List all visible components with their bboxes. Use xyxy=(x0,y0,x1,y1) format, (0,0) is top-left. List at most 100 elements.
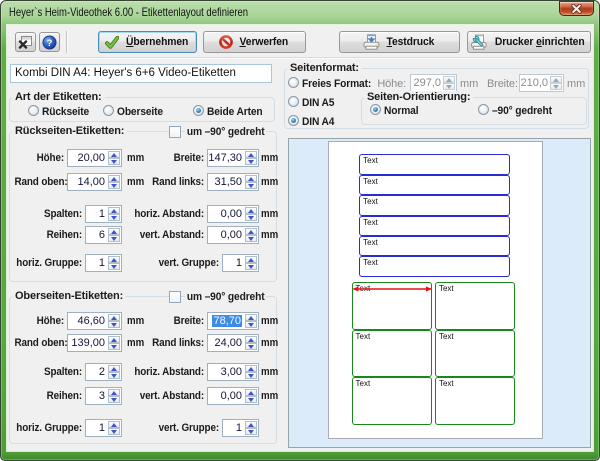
field-value: 0,00 xyxy=(220,390,242,402)
test-print-button[interactable]: Testdruck xyxy=(339,31,460,53)
spin-up-icon[interactable] xyxy=(245,314,257,321)
unit-label: mm xyxy=(261,390,279,402)
top-horiz-abstand-input[interactable]: 3,00 xyxy=(207,363,259,381)
back-horiz-abstand-input[interactable]: 0,00 xyxy=(207,205,259,223)
back-row-1: Höhe: 20,00 mm Breite: 147,30 mm xyxy=(9,149,289,167)
page-height-label: Höhe: xyxy=(377,78,406,90)
page-width-input[interactable]: 210,0 xyxy=(519,74,564,92)
preview-back-label: Text xyxy=(359,236,510,257)
page-height-spinner[interactable] xyxy=(443,76,455,90)
spin-up-icon[interactable] xyxy=(245,228,257,235)
page-height-input[interactable]: 297,0 xyxy=(410,74,457,92)
printer-setup-button[interactable]: Drucker einrichten xyxy=(467,31,591,53)
top-vert-gruppe-input[interactable]: 1 xyxy=(222,419,259,437)
spin-down-icon[interactable] xyxy=(245,235,257,242)
window-close-icon xyxy=(18,35,33,49)
radio-oberseite[interactable] xyxy=(103,105,114,116)
discard-button[interactable]: Verwerfen xyxy=(203,31,306,53)
spin-down-icon[interactable] xyxy=(245,263,257,270)
radio-rueckseite[interactable] xyxy=(28,105,39,116)
radio-rueckseite-label: Rückseite xyxy=(42,106,90,118)
field-value: 147,30 xyxy=(208,152,242,164)
preview-label-text: Text xyxy=(363,217,378,227)
titlebar[interactable]: Heyer`s Heim-Videothek 6.00 - Etikettenl… xyxy=(1,1,599,25)
back-vert-abstand-spinner[interactable] xyxy=(245,228,257,242)
spin-up-icon[interactable] xyxy=(443,76,455,83)
spin-up-icon[interactable] xyxy=(245,421,257,428)
page-format-legend: Seitenformat: xyxy=(287,62,362,74)
back-rand-links-input[interactable]: 31,50 xyxy=(207,173,259,191)
back-rotate-checkbox[interactable] xyxy=(169,126,181,138)
radio-beide-arten[interactable] xyxy=(193,105,204,116)
spin-up-icon[interactable] xyxy=(245,207,257,214)
preview-label-text: Text xyxy=(355,379,371,389)
radio-minus90-gedreht-label: –90° gedreht xyxy=(492,105,552,117)
back-rand-links-spinner[interactable] xyxy=(245,175,257,189)
back-row-5: horiz. Gruppe: 1 vert. Gruppe: 1 xyxy=(9,254,289,272)
spin-up-icon[interactable] xyxy=(550,76,562,83)
spin-up-icon[interactable] xyxy=(245,151,257,158)
radio-din-a5[interactable] xyxy=(288,96,299,107)
spin-up-icon[interactable] xyxy=(245,365,257,372)
top-vert-abstand-spinner[interactable] xyxy=(245,389,257,403)
spin-down-icon[interactable] xyxy=(245,158,257,165)
back-vert-gruppe-input[interactable]: 1 xyxy=(222,254,259,272)
spin-down-icon[interactable] xyxy=(443,83,455,90)
preview-back-label: Text xyxy=(359,174,510,196)
unit-label: mm xyxy=(261,208,279,220)
top-vert-abstand-input[interactable]: 0,00 xyxy=(207,387,259,405)
preview-back-label: Text xyxy=(359,256,510,277)
back-row-4: Reihen: 6 vert. Abstand: 0,00 mm xyxy=(9,226,289,244)
radio-minus90-gedreht[interactable] xyxy=(478,104,489,115)
preview-top-label: Text xyxy=(351,377,432,425)
label-text: estdruck xyxy=(392,36,435,48)
top-horiz-abstand-spinner[interactable] xyxy=(245,365,257,379)
close-icon xyxy=(571,3,582,14)
preview-label-text: Text xyxy=(363,258,378,268)
field-label: vert. Abstand: xyxy=(139,229,204,241)
back-vert-abstand-input[interactable]: 0,00 xyxy=(207,226,259,244)
close-window-button[interactable] xyxy=(15,32,36,52)
page-width-spinner[interactable] xyxy=(550,76,562,90)
printer-setup-button-label: Drucker einrichten xyxy=(495,36,585,48)
spin-up-icon[interactable] xyxy=(245,256,257,263)
preview-panel: Text Text Text Text Text Text Text Text Text Text… xyxy=(288,138,591,448)
radio-normal[interactable] xyxy=(370,104,381,115)
top-rand-links-spinner[interactable] xyxy=(245,336,257,350)
back-breite-field: Breite: 147,30 mm xyxy=(9,149,289,167)
spin-down-icon[interactable] xyxy=(245,396,257,403)
unit-label: mm xyxy=(261,337,279,349)
back-breite-input[interactable]: 147,30 xyxy=(207,149,259,167)
apply-button[interactable]: Übernehmen xyxy=(98,31,197,53)
spin-down-icon[interactable] xyxy=(245,321,257,328)
field-value: 297,0 xyxy=(413,77,441,89)
spin-down-icon[interactable] xyxy=(245,428,257,435)
top-rand-links-input[interactable]: 24,00 xyxy=(207,334,259,352)
help-button[interactable]: ? xyxy=(39,32,60,52)
back-breite-spinner[interactable] xyxy=(245,151,257,165)
radio-din-a4[interactable] xyxy=(288,115,299,126)
spin-down-icon[interactable] xyxy=(550,83,562,90)
top-vert-abstand-field: vert. Abstand: 0,00 mm xyxy=(9,387,289,405)
spin-up-icon[interactable] xyxy=(245,175,257,182)
top-breite-spinner[interactable] xyxy=(245,314,257,328)
spin-down-icon[interactable] xyxy=(245,343,257,350)
back-horiz-abstand-spinner[interactable] xyxy=(245,207,257,221)
spin-up-icon[interactable] xyxy=(245,336,257,343)
top-vert-gruppe-spinner[interactable] xyxy=(245,421,257,435)
spin-up-icon[interactable] xyxy=(245,389,257,396)
close-button[interactable] xyxy=(559,1,594,16)
unit-label: mm xyxy=(261,366,279,378)
spin-down-icon[interactable] xyxy=(245,372,257,379)
spin-down-icon[interactable] xyxy=(245,182,257,189)
top-vert-gruppe-field: vert. Gruppe: 1 xyxy=(9,419,289,437)
top-breite-input[interactable]: 78,70 xyxy=(207,312,259,330)
preview-back-label: Text xyxy=(359,195,510,216)
spin-down-icon[interactable] xyxy=(245,214,257,221)
layout-name-input[interactable]: Kombi DIN A4: Heyer's 6+6 Video-Etikette… xyxy=(10,64,272,83)
radio-freies-format[interactable] xyxy=(288,77,299,88)
field-value: 24,00 xyxy=(214,337,242,349)
top-rotate-checkbox[interactable] xyxy=(169,291,181,303)
preview-label-text: Text xyxy=(363,197,378,207)
back-vert-gruppe-spinner[interactable] xyxy=(245,256,257,270)
